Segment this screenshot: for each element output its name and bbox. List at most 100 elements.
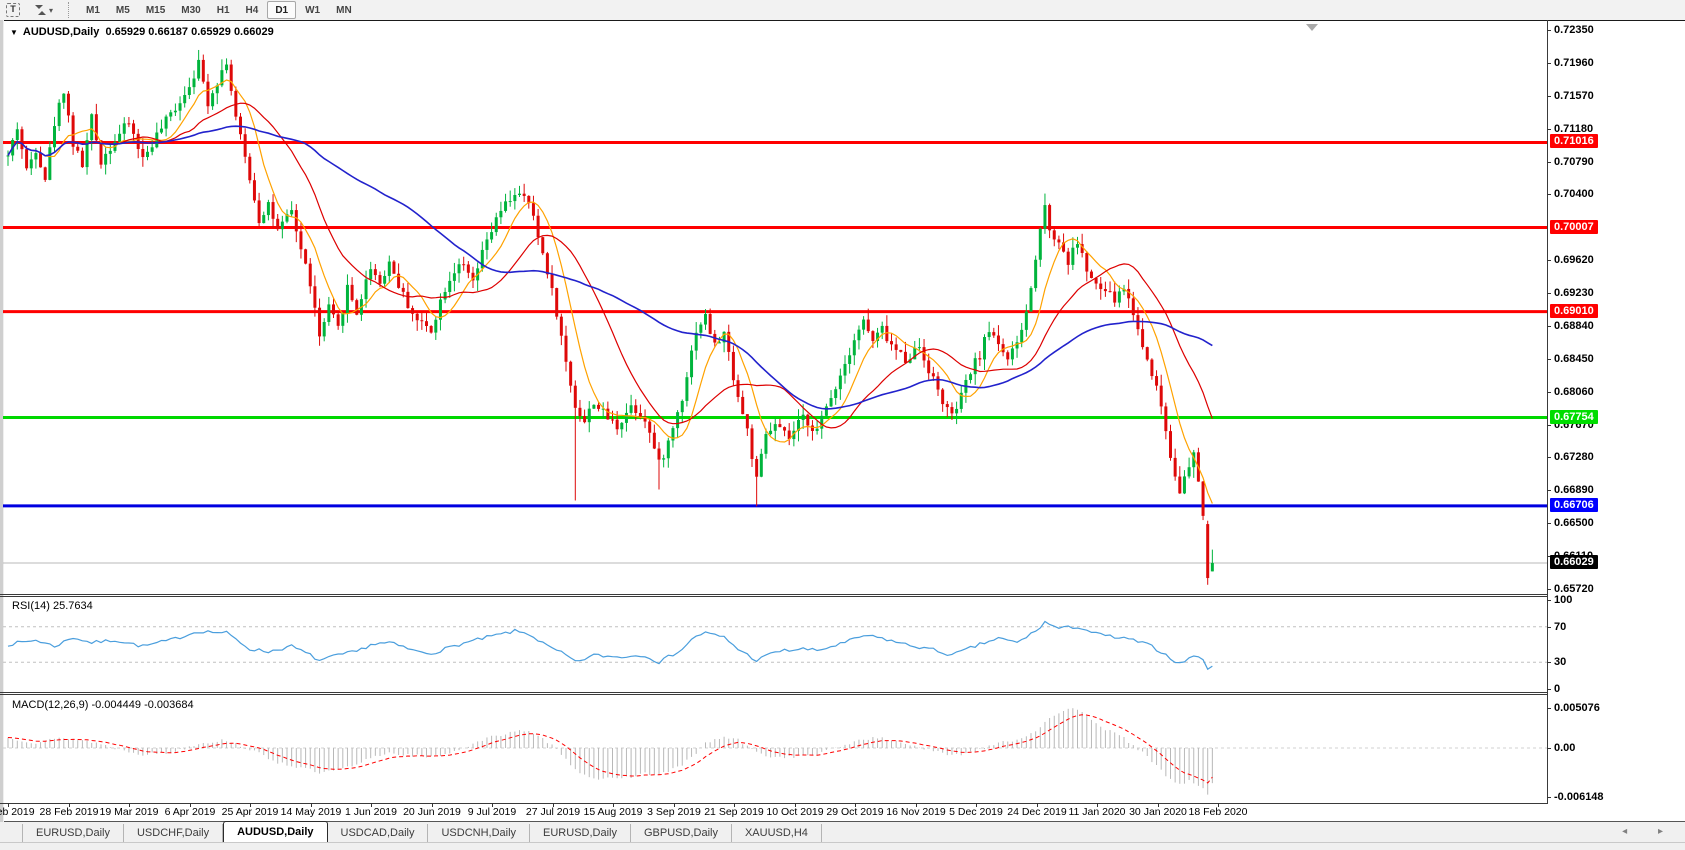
macd-axis-label: 0.005076 xyxy=(1554,702,1600,714)
date-axis-label: 10 Oct 2019 xyxy=(766,806,823,818)
panel-separator[interactable] xyxy=(0,692,1547,693)
price-axis-label: 0.66500 xyxy=(1554,517,1594,529)
price-axis-border xyxy=(1547,20,1548,804)
rsi-axis-tick xyxy=(1547,689,1551,690)
price-axis-label: 0.68840 xyxy=(1554,320,1594,332)
chart-tab-usdcnh-daily[interactable]: USDCNH,Daily xyxy=(428,824,530,842)
price-level-label: 0.66029 xyxy=(1550,555,1598,569)
chart-tab-bar: EURUSD,DailyUSDCHF,DailyAUDUSD,DailyUSDC… xyxy=(0,822,1685,843)
price-axis-tick xyxy=(1547,392,1551,393)
date-axis-label: 3 Sep 2019 xyxy=(647,806,701,818)
date-axis-label: 15 Aug 2019 xyxy=(584,806,643,818)
date-axis-label: 25 Apr 2019 xyxy=(222,806,279,818)
chart-tab-usdcad-daily[interactable]: USDCAD,Daily xyxy=(328,824,429,842)
chart-tab-eurusd-daily[interactable]: EURUSD,Daily xyxy=(22,824,124,842)
date-axis-label: 24 Dec 2019 xyxy=(1007,806,1067,818)
date-axis-label: 21 Sep 2019 xyxy=(704,806,764,818)
date-axis-label: 11 Jan 2020 xyxy=(1068,806,1125,818)
price-axis-label: 0.70400 xyxy=(1554,188,1594,200)
chart-tab-eurusd-daily[interactable]: EURUSD,Daily xyxy=(530,824,631,842)
rsi-axis-tick xyxy=(1547,662,1551,663)
timeframe-button-H1[interactable]: H1 xyxy=(210,2,237,18)
price-axis-label: 0.70790 xyxy=(1554,156,1594,168)
timeframe-button-M15[interactable]: M15 xyxy=(139,2,172,18)
price-axis-tick xyxy=(1547,425,1551,426)
arrange-icon xyxy=(35,5,46,15)
rsi-chart-canvas[interactable] xyxy=(3,597,1547,692)
panel-separator[interactable] xyxy=(0,594,1547,595)
date-axis-label: 19 Mar 2019 xyxy=(100,806,159,818)
toolbar-separator xyxy=(68,2,74,18)
timeframe-button-M1[interactable]: M1 xyxy=(79,2,107,18)
rsi-axis-label: 70 xyxy=(1554,621,1566,633)
date-axis-label: 30 Jan 2020 xyxy=(1129,806,1187,818)
timeframe-button-D1[interactable]: D1 xyxy=(267,1,296,19)
date-axis-label: 27 Jul 2019 xyxy=(526,806,580,818)
date-axis-label: 28 Feb 2019 xyxy=(40,806,99,818)
date-axis-label: 6 Apr 2019 xyxy=(165,806,216,818)
date-axis-label: 5 Dec 2019 xyxy=(949,806,1003,818)
price-axis-tick xyxy=(1547,326,1551,327)
price-level-label: 0.69010 xyxy=(1550,304,1598,318)
price-axis-tick xyxy=(1547,96,1551,97)
timeframe-button-MN[interactable]: MN xyxy=(329,2,359,18)
price-axis-tick xyxy=(1547,523,1551,524)
panel-separator[interactable] xyxy=(0,694,1547,695)
macd-axis-tick xyxy=(1547,748,1551,749)
price-axis-label: 0.71960 xyxy=(1554,57,1594,69)
price-level-label: 0.71016 xyxy=(1550,134,1598,148)
price-level-label: 0.66706 xyxy=(1550,498,1598,512)
chevron-down-icon: ▾ xyxy=(49,6,53,15)
price-axis-tick xyxy=(1547,63,1551,64)
price-axis-tick xyxy=(1547,162,1551,163)
timeframe-buttons: M1M5M15M30H1H4D1W1MN xyxy=(78,1,360,19)
macd-axis-tick xyxy=(1547,797,1551,798)
arrange-windows-button[interactable]: ▾ xyxy=(28,2,60,18)
macd-axis-label: 0.00 xyxy=(1554,742,1575,754)
date-axis-label: 9 Jul 2019 xyxy=(468,806,516,818)
mt4-application: T ▾ M1M5M15M30H1H4D1W1MN ▼AUDUSD,Daily 0… xyxy=(0,0,1685,850)
chart-tab-usdchf-daily[interactable]: USDCHF,Daily xyxy=(124,824,223,842)
timeframe-button-W1[interactable]: W1 xyxy=(298,2,327,18)
tab-scroll-arrows[interactable]: ◂ ▸ xyxy=(1622,826,1677,837)
price-axis-label: 0.69230 xyxy=(1554,287,1594,299)
date-axis-label: 29 Oct 2019 xyxy=(826,806,883,818)
price-level-label: 0.67754 xyxy=(1550,410,1598,424)
price-axis-tick xyxy=(1547,30,1551,31)
date-axis-border xyxy=(0,803,1547,804)
timeframe-toolbar: T ▾ M1M5M15M30H1H4D1W1MN xyxy=(0,0,1685,21)
timeframe-button-M5[interactable]: M5 xyxy=(109,2,137,18)
price-axis-tick xyxy=(1547,194,1551,195)
chart-tab-gbpusd-daily[interactable]: GBPUSD,Daily xyxy=(631,824,732,842)
date-axis-label: 1 Jun 2019 xyxy=(345,806,397,818)
rsi-axis-label: 100 xyxy=(1554,594,1572,606)
chart-tab-xauusd-h4[interactable]: XAUUSD,H4 xyxy=(732,824,822,842)
chart-tab-audusd-daily[interactable]: AUDUSD,Daily xyxy=(223,821,327,842)
macd-axis-tick xyxy=(1547,708,1551,709)
price-chart-canvas[interactable] xyxy=(3,22,1547,593)
rsi-axis-tick xyxy=(1547,627,1551,628)
text-tool-button[interactable]: T xyxy=(2,2,24,18)
price-axis-label: 0.68450 xyxy=(1554,353,1594,365)
price-axis-label: 0.67280 xyxy=(1554,451,1594,463)
price-axis-tick xyxy=(1547,457,1551,458)
date-axis-label: 16 Nov 2019 xyxy=(886,806,946,818)
timeframe-button-H4[interactable]: H4 xyxy=(239,2,266,18)
price-axis-label: 0.69620 xyxy=(1554,254,1594,266)
date-axis-label: 20 Jun 2019 xyxy=(403,806,461,818)
timeframe-button-M30[interactable]: M30 xyxy=(174,2,207,18)
price-axis-tick xyxy=(1547,129,1551,130)
price-axis-label: 0.66890 xyxy=(1554,484,1594,496)
price-level-label: 0.70007 xyxy=(1550,220,1598,234)
date-axis-label: 18 Feb 2020 xyxy=(1189,806,1248,818)
price-axis-tick xyxy=(1547,359,1551,360)
status-strip xyxy=(0,843,1685,850)
price-axis-tick xyxy=(1547,293,1551,294)
macd-chart-canvas[interactable] xyxy=(3,696,1547,803)
macd-axis-label: -0.006148 xyxy=(1554,791,1604,803)
price-axis-tick xyxy=(1547,490,1551,491)
price-axis-label: 0.72350 xyxy=(1554,24,1594,36)
price-axis-label: 0.68060 xyxy=(1554,386,1594,398)
date-axis-label: 9 Feb 2019 xyxy=(0,806,35,818)
price-axis-label: 0.71570 xyxy=(1554,90,1594,102)
